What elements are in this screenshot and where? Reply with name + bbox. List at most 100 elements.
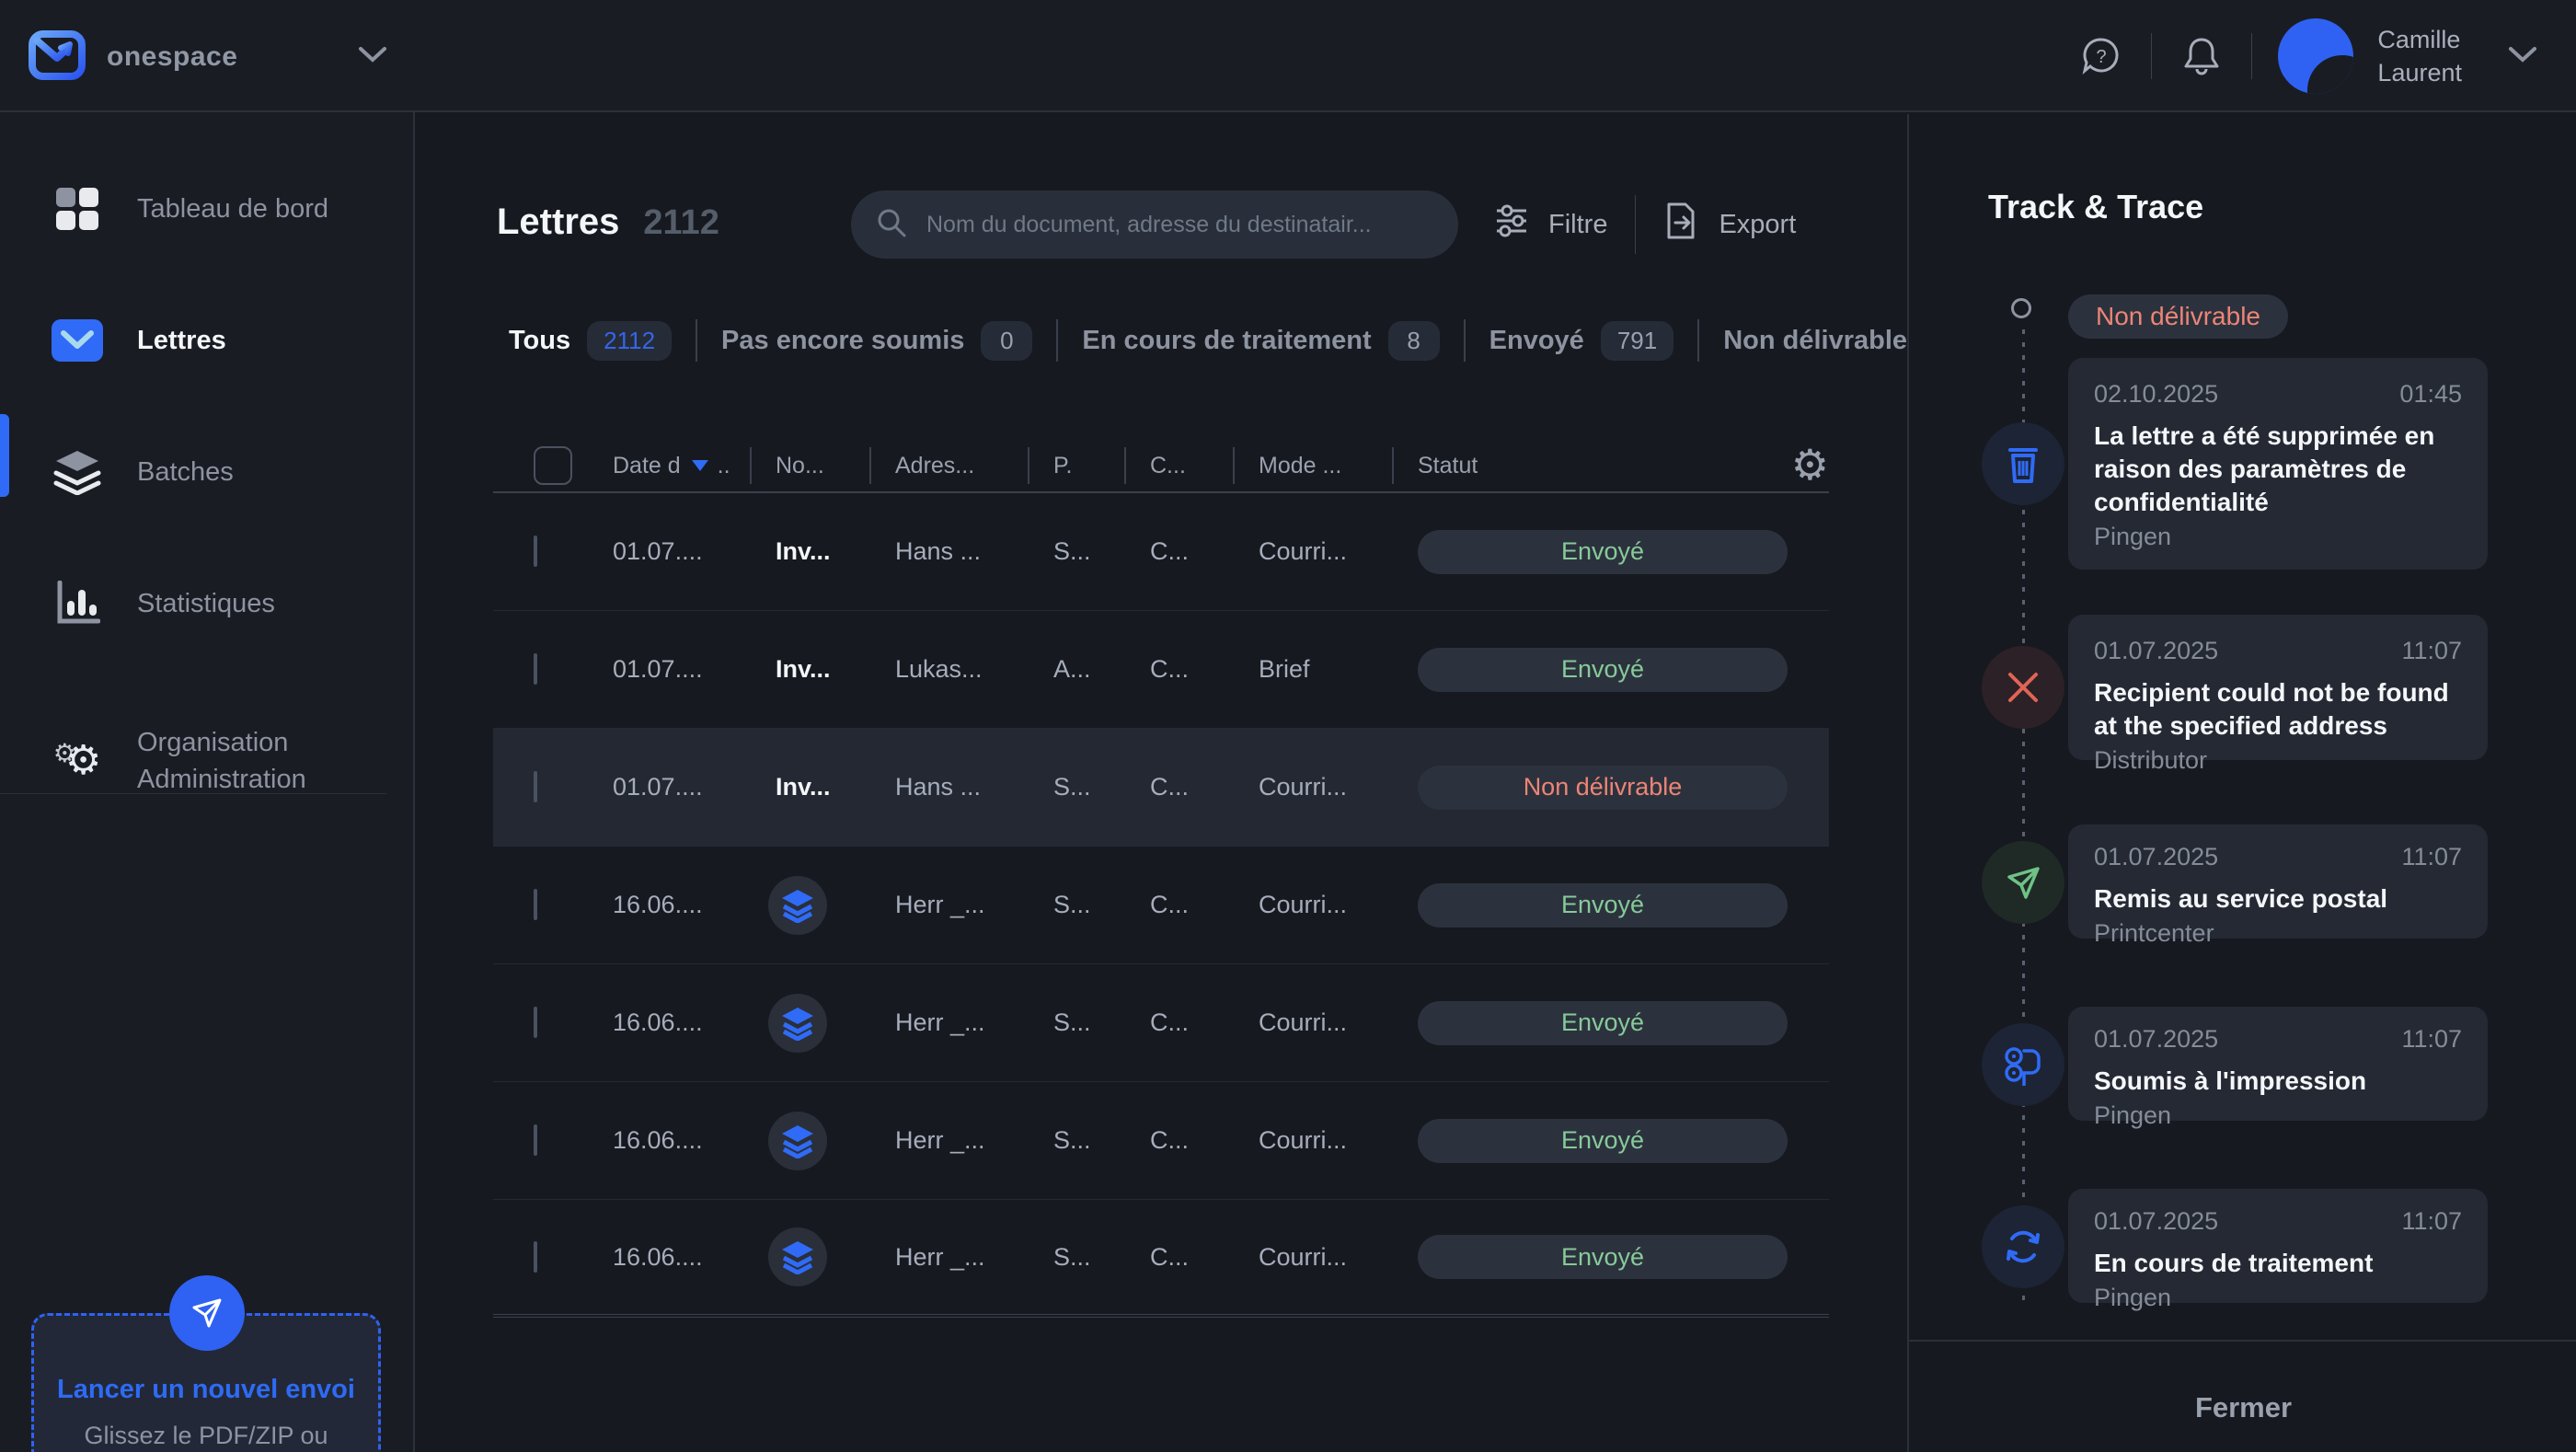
event-date: 01.07.2025 [2094, 843, 2218, 871]
select-all-checkbox[interactable] [534, 446, 572, 485]
tab-count-badge: 791 [1601, 321, 1673, 361]
event-title: Remis au service postal [2094, 882, 2462, 916]
filter-label: Filtre [1548, 210, 1607, 240]
filter-sliders-icon [1493, 202, 1530, 247]
export-icon [1663, 201, 1700, 248]
tab-envoye[interactable]: Envoyé 791 [1489, 321, 1674, 361]
header-actions: ? Camille Laurent [2077, 0, 2539, 112]
letters-table: Date d.. No... Adres... P. C... Mode ...… [493, 440, 1829, 1318]
column-header-address[interactable]: Adres... [895, 447, 1053, 484]
event-title: Soumis à l'impression [2094, 1065, 2462, 1098]
notifications-button[interactable] [2178, 32, 2225, 80]
export-button[interactable]: Export [1663, 201, 1796, 248]
page-title-row: Lettres 2112 [497, 202, 719, 243]
status-badge: Envoyé [1418, 1235, 1788, 1279]
upload-title: Lancer un nouvel envoi [34, 1375, 378, 1405]
search-icon [875, 206, 908, 244]
table-settings-gear-icon[interactable]: ⚙ [1791, 444, 1829, 486]
event-source: Pingen [2094, 523, 2462, 551]
event-time: 11:07 [2401, 1025, 2462, 1054]
brand-name: onespace [107, 41, 237, 73]
table-header: Date d.. No... Adres... P. C... Mode ...… [493, 440, 1829, 493]
status-badge: Non délivrable [1418, 766, 1788, 810]
event-title: Recipient could not be found at the spec… [2094, 676, 2462, 743]
letters-envelope-icon [51, 319, 104, 362]
column-header-p[interactable]: P. [1053, 447, 1150, 484]
sidebar-item-organisation-administration[interactable]: ⚙⚙ Organisation Administration [0, 701, 415, 821]
row-checkbox[interactable] [534, 771, 537, 802]
column-header-mode[interactable]: Mode ... [1259, 447, 1418, 484]
header-divider [2151, 33, 2152, 79]
trash-icon [1982, 422, 2064, 505]
gears-icon: ⚙⚙ [51, 741, 104, 781]
event-time: 11:07 [2401, 843, 2462, 871]
track-panel-footer: Fermer [1909, 1340, 2576, 1424]
row-checkbox[interactable] [534, 889, 537, 920]
status-badge: Envoyé [1418, 1001, 1788, 1045]
event-time: 11:07 [2401, 1207, 2462, 1236]
top-header: onespace ? Camil [0, 0, 2576, 112]
workspace-chevron-down-icon[interactable] [357, 44, 388, 69]
row-checkbox[interactable] [534, 1241, 537, 1273]
tab-count-badge: 2112 [587, 321, 672, 361]
table-row[interactable]: 01.07.... Inv... Lukas... A... C... Brie… [493, 611, 1829, 729]
track-event-card: 01.07.202511:07 Recipient could not be f… [2068, 615, 2488, 760]
tab-non-delivrable[interactable]: Non délivrable [1723, 326, 1907, 356]
table-row[interactable]: 16.06.... Herr _... S... C... Courri... … [493, 847, 1829, 964]
filter-button[interactable]: Filtre [1493, 202, 1607, 247]
table-row[interactable]: 16.06.... Herr _... S... C... Courri... … [493, 964, 1829, 1082]
tab-count-badge: 0 [981, 321, 1032, 361]
help-button[interactable]: ? [2077, 32, 2125, 80]
row-checkbox[interactable] [534, 653, 537, 685]
table-row-selected[interactable]: 01.07.... Inv... Hans ... S... C... Cour… [493, 729, 1829, 847]
sidebar-item-statistics[interactable]: Statistiques [0, 553, 415, 654]
search-input[interactable] [925, 211, 1434, 239]
event-source: Printcenter [2094, 919, 2462, 948]
letters-main-panel: Lettres 2112 Filtre [417, 114, 1907, 1452]
row-checkbox[interactable] [534, 536, 537, 567]
help-bubble-icon: ? [2079, 34, 2123, 78]
event-source: Pingen [2094, 1284, 2462, 1312]
close-button[interactable]: Fermer [2152, 1391, 2336, 1424]
account-menu[interactable]: Camille Laurent [2278, 18, 2462, 94]
row-checkbox[interactable] [534, 1124, 537, 1156]
event-date: 01.07.2025 [2094, 637, 2218, 665]
column-header-c[interactable]: C... [1150, 447, 1259, 484]
sidebar-item-label: Lettres [137, 326, 226, 356]
sidebar-item-dashboard[interactable]: Tableau de bord [0, 158, 415, 259]
track-event-card: 01.07.202511:07 En cours de traitement P… [2068, 1189, 2488, 1303]
sidebar-item-letters[interactable]: Lettres [0, 290, 415, 391]
table-row[interactable]: 01.07.... Inv... Hans ... S... C... Cour… [493, 493, 1829, 611]
sidebar-item-label: Organisation Administration [137, 724, 306, 798]
printer-icon [1982, 1023, 2064, 1106]
batch-layers-icon [768, 876, 827, 935]
track-trace-title: Track & Trace [1988, 188, 2203, 226]
column-header-date[interactable]: Date d.. [613, 447, 776, 484]
tab-tous[interactable]: Tous 2112 [509, 321, 672, 361]
table-row[interactable]: 16.06.... Herr _... S... C... Courri... … [493, 1082, 1829, 1200]
workspace-switcher[interactable]: onespace [28, 28, 237, 86]
track-event-card: 02.10.202501:45 La lettre a été supprimé… [2068, 358, 2488, 570]
event-title: En cours de traitement [2094, 1247, 2462, 1280]
tab-count-badge: 8 [1388, 321, 1440, 361]
table-row[interactable]: 16.06.... Herr _... S... C... Courri... … [493, 1200, 1829, 1318]
event-title: La lettre a été supprimée en raison des … [2094, 420, 2462, 519]
tab-en-cours-de-traitement[interactable]: En cours de traitement 8 [1082, 321, 1439, 361]
event-date: 01.07.2025 [2094, 1207, 2218, 1236]
event-source: Distributor [2094, 746, 2462, 775]
tab-pas-encore-soumis[interactable]: Pas encore soumis 0 [721, 321, 1032, 361]
sidebar-item-batches[interactable]: Batches [0, 421, 415, 523]
status-tabs: Tous 2112 Pas encore soumis 0 En cours d… [509, 315, 1907, 366]
row-checkbox[interactable] [534, 1007, 537, 1038]
event-date: 02.10.2025 [2094, 380, 2218, 409]
column-header-document[interactable]: No... [776, 447, 895, 484]
avatar [2278, 18, 2353, 94]
header-divider [2251, 33, 2252, 79]
column-header-statut[interactable]: Statut [1418, 453, 1829, 479]
account-chevron-down-icon[interactable] [2506, 43, 2539, 70]
track-event-card: 01.07.202511:07 Soumis à l'impression Pi… [2068, 1007, 2488, 1121]
search-bar [851, 190, 1458, 259]
timeline-start-circle-icon [2011, 298, 2031, 318]
batch-layers-icon [768, 1227, 827, 1286]
event-date: 01.07.2025 [2094, 1025, 2218, 1054]
